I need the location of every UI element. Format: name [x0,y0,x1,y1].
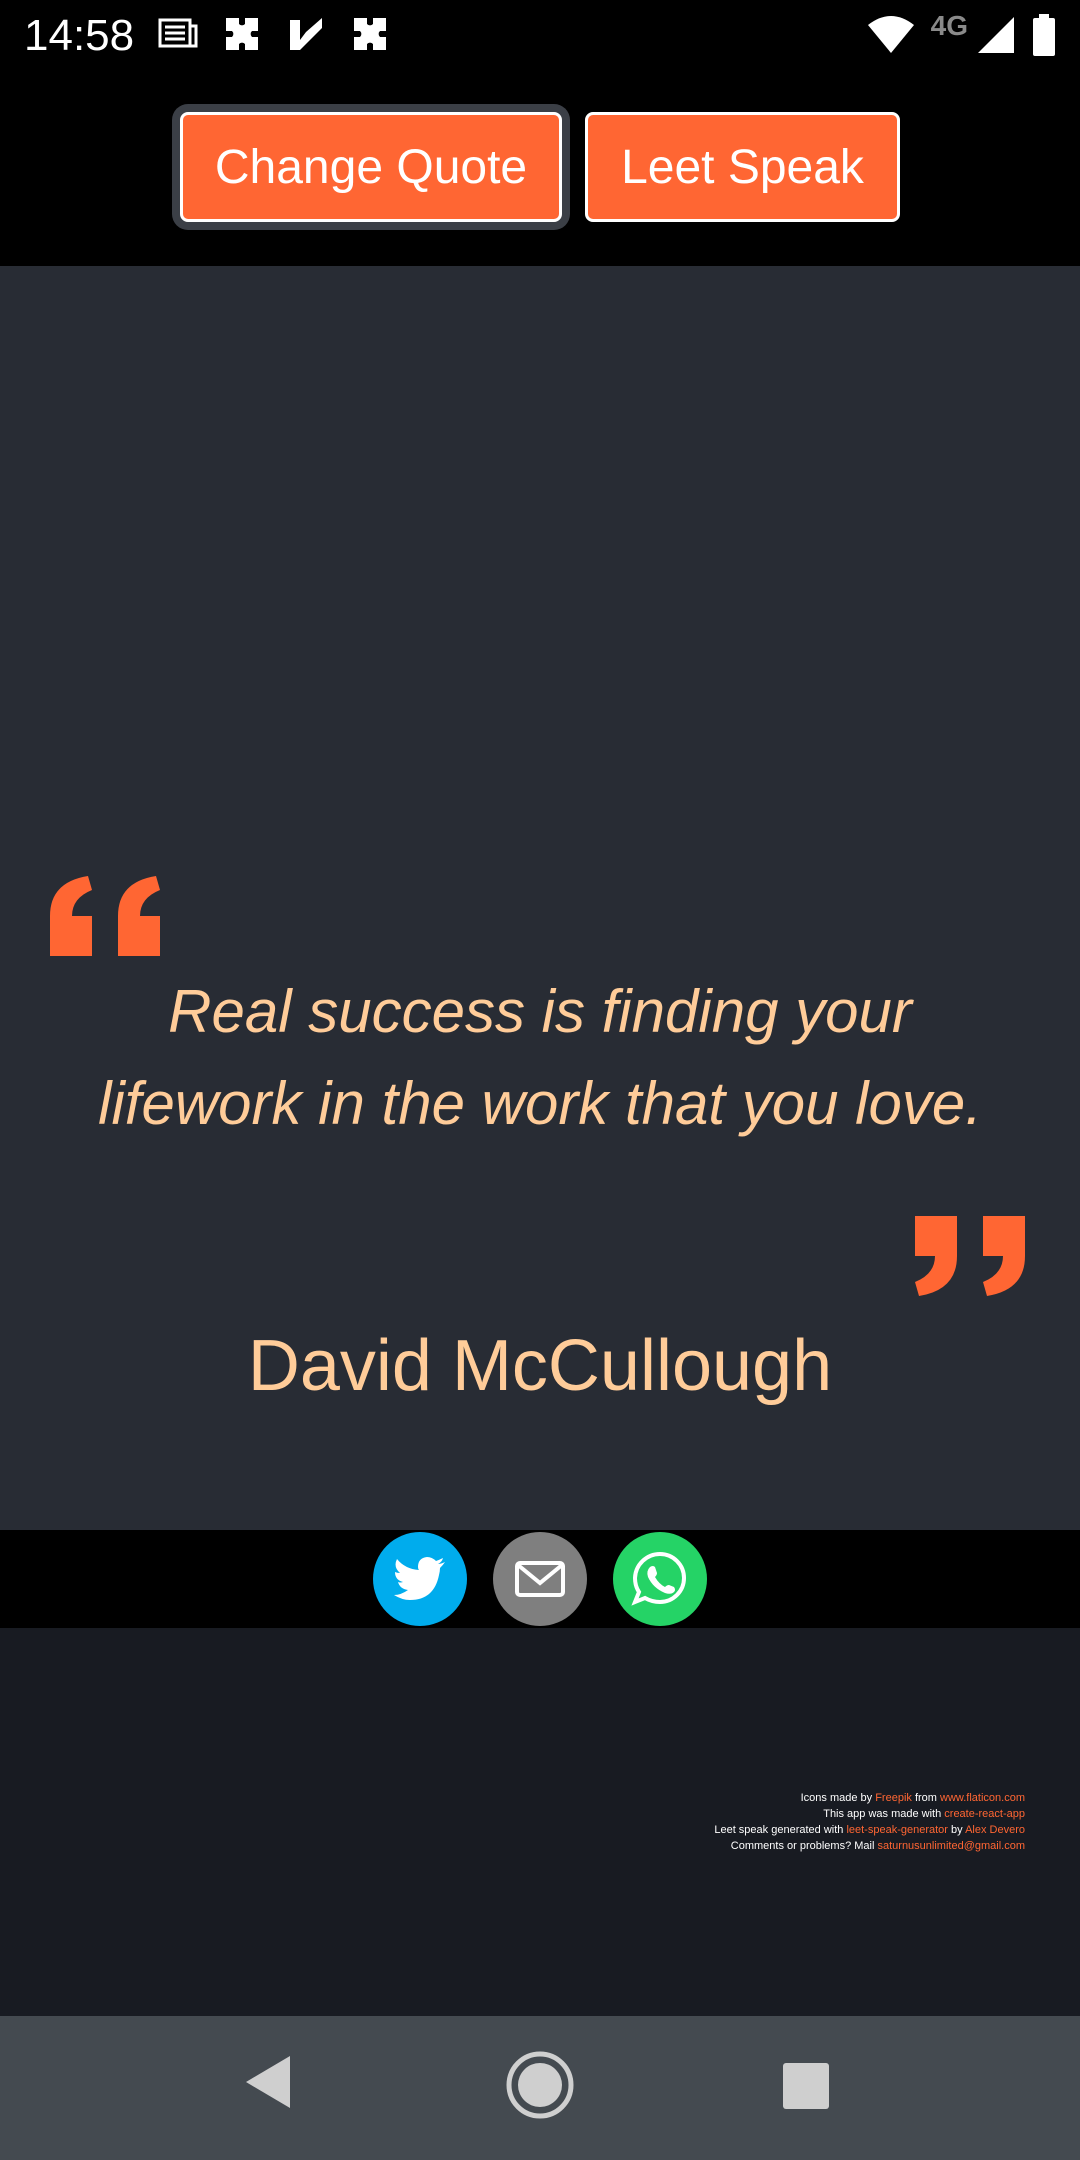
change-quote-button[interactable]: Change Quote [180,112,562,222]
alex-devero-link[interactable]: Alex Devero [965,1824,1025,1836]
create-react-app-link[interactable]: create-react-app [944,1808,1025,1820]
credits-text: Comments or problems? Mail [730,1840,878,1852]
credits-line-leet: Leet speak generated with leet-speak-gen… [714,1822,1025,1838]
leet-speak-generator-link[interactable]: leet-speak-generator [846,1824,948,1836]
freepik-link[interactable]: Freepik [875,1792,912,1804]
status-time: 14:58 [24,11,135,60]
status-right: 4G [867,10,1056,56]
open-quote-icon [50,876,160,956]
top-bar: Change Quote Leet Speak [0,72,1080,266]
signal-icon [978,17,1014,53]
credits-text: Icons made by [800,1792,876,1804]
news-icon [158,18,198,48]
battery-icon [1033,14,1055,56]
credits-line-mail: Comments or problems? Mail saturnusunlim… [714,1838,1025,1854]
whatsapp-icon [631,1551,686,1606]
twitter-icon [394,1557,445,1600]
recents-icon[interactable] [782,2062,830,2110]
nav-bar [0,2016,1080,2160]
back-icon[interactable] [244,2054,292,2110]
puzzle-icon [226,18,258,50]
quote-author: David McCullough [247,1326,833,1406]
wifi-icon [867,16,914,53]
credits: Icons made by Freepik from www.flaticon.… [714,1790,1025,1854]
quote-text: Real success is finding your lifework in… [98,978,982,1137]
share-bar [0,1530,1080,1628]
flaticon-link[interactable]: www.flaticon.com [940,1792,1025,1804]
mail-icon [515,1561,565,1597]
credits-text: by [947,1824,966,1836]
puzzle-icon [354,18,386,50]
check-app-icon [290,18,322,50]
credits-text: Leet speak generated with [714,1824,847,1836]
share-mail-button[interactable] [493,1532,587,1626]
notification-icons [158,14,390,54]
credits-line-icons: Icons made by Freepik from www.flaticon.… [714,1790,1025,1806]
home-icon[interactable] [505,2050,575,2120]
credits-text: from [911,1792,941,1804]
share-twitter-button[interactable] [373,1532,467,1626]
email-link[interactable]: saturnusunlimited@gmail.com [877,1840,1025,1852]
network-type: 4G [930,10,968,41]
status-bar: 14:58 4G [0,0,1080,72]
credits-text: This app was made with [823,1808,945,1820]
credits-line-app: This app was made with create-react-app [714,1806,1025,1822]
share-whatsapp-button[interactable] [613,1532,707,1626]
footer: Icons made by Freepik from www.flaticon.… [0,1628,1080,2016]
close-quote-icon [915,1216,1025,1296]
quote-area: Real success is finding your lifework in… [0,266,1080,1530]
leet-speak-button[interactable]: Leet Speak [585,112,900,222]
